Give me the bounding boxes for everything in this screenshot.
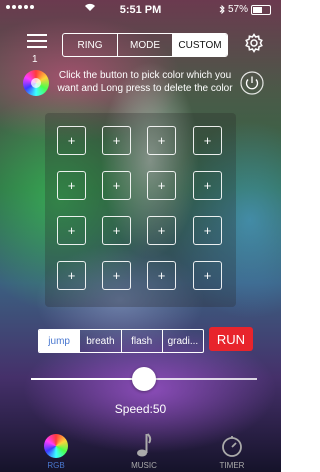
- color-slot[interactable]: +: [57, 171, 86, 200]
- segment-ring[interactable]: RING: [63, 34, 118, 56]
- speed-slider-thumb[interactable]: [132, 367, 156, 391]
- timer-icon: [222, 436, 242, 457]
- power-icon: [240, 71, 264, 95]
- color-slot[interactable]: +: [147, 171, 176, 200]
- color-slot[interactable]: +: [57, 216, 86, 245]
- color-wheel-button[interactable]: [23, 70, 49, 96]
- color-slot[interactable]: +: [147, 216, 176, 245]
- mode-segment: RING MODE CUSTOM: [62, 33, 228, 57]
- color-slot-grid: + + + + + + + + + + + + + + + +: [45, 113, 236, 307]
- speed-label: Speed:50: [114, 402, 167, 416]
- tab-music[interactable]: MUSIC: [114, 430, 174, 470]
- gear-icon: [245, 33, 263, 53]
- speed-slider-fill: [31, 378, 144, 380]
- tab-rgb[interactable]: RGB: [26, 430, 86, 470]
- tab-music-label: MUSIC: [131, 461, 157, 470]
- color-slot[interactable]: +: [193, 216, 222, 245]
- color-slot[interactable]: +: [147, 261, 176, 290]
- bluetooth-icon: [219, 5, 225, 14]
- color-slot[interactable]: +: [102, 261, 131, 290]
- mode-flash[interactable]: flash: [122, 330, 163, 352]
- screen: 5:51 PM 57% 1 RING MODE CUSTOM Click the…: [0, 0, 281, 472]
- color-slot[interactable]: +: [102, 216, 131, 245]
- power-button[interactable]: [240, 71, 264, 95]
- tab-bar: RGB MUSIC TIMER: [0, 430, 281, 472]
- mode-breath[interactable]: breath: [80, 330, 122, 352]
- segment-mode[interactable]: MODE: [118, 34, 173, 56]
- status-bar: 5:51 PM 57%: [0, 0, 281, 20]
- color-slot[interactable]: +: [57, 261, 86, 290]
- battery-percent: 57%: [227, 4, 248, 15]
- color-wheel-icon: [44, 434, 68, 458]
- color-slot[interactable]: +: [193, 261, 222, 290]
- tab-rgb-label: RGB: [47, 461, 65, 470]
- menu-count: 1: [32, 54, 38, 65]
- menu-icon: [27, 34, 47, 36]
- mode-gradient[interactable]: gradi...: [163, 330, 203, 352]
- run-button[interactable]: RUN: [209, 327, 253, 351]
- music-note-icon: [137, 433, 152, 457]
- tab-timer-label: TIMER: [219, 461, 245, 470]
- instruction-text: Click the button to pick color which you…: [57, 70, 233, 94]
- color-slot[interactable]: +: [193, 171, 222, 200]
- color-slot[interactable]: +: [102, 126, 131, 155]
- color-slot[interactable]: +: [193, 126, 222, 155]
- speed-slider[interactable]: [31, 367, 257, 391]
- tab-timer[interactable]: TIMER: [202, 430, 262, 470]
- effect-mode-segment: jump breath flash gradi...: [38, 329, 204, 353]
- battery-icon: [251, 4, 271, 15]
- segment-custom[interactable]: CUSTOM: [173, 34, 227, 56]
- mode-jump[interactable]: jump: [39, 330, 81, 352]
- menu-button[interactable]: [27, 34, 47, 52]
- color-slot[interactable]: +: [147, 126, 176, 155]
- color-slot[interactable]: +: [57, 126, 86, 155]
- settings-button[interactable]: [244, 33, 264, 53]
- color-slot[interactable]: +: [102, 171, 131, 200]
